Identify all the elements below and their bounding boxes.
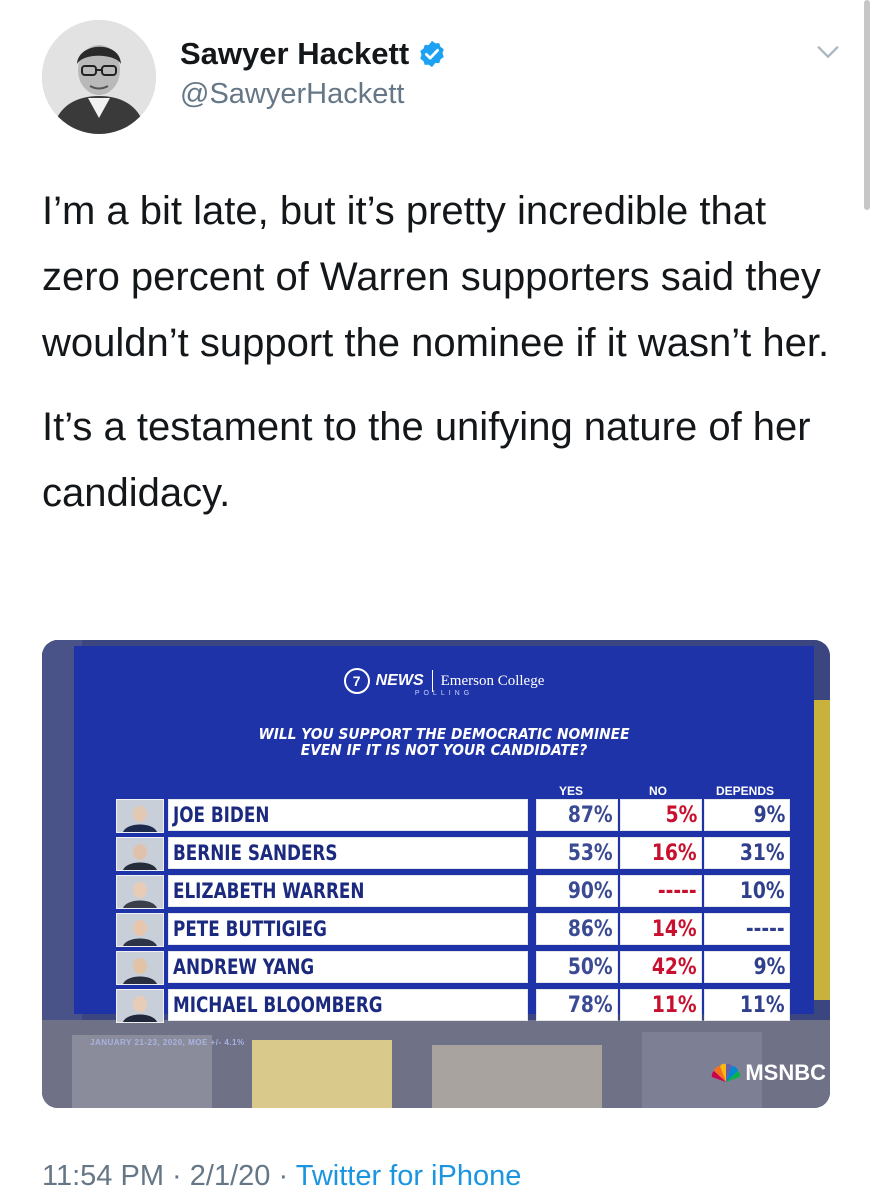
tweet-paragraph: It’s a testament to the unifying nature … xyxy=(42,405,811,515)
candidate-name-text: ELIZABETH WARREN xyxy=(173,879,365,903)
poll-board: 7 NEWS Emerson College POLLING WILL YOU … xyxy=(74,646,816,1023)
candidate-name: ANDREW YANG xyxy=(168,951,528,983)
tweet-header: Sawyer Hackett @SawyerHackett xyxy=(42,20,842,134)
candidate-photo xyxy=(116,989,164,1023)
cell-yes: 87% xyxy=(536,799,618,831)
value-yes: 78% xyxy=(568,993,613,1018)
value-depends: ----- xyxy=(746,917,785,942)
chevron-down-icon[interactable] xyxy=(814,38,842,66)
polling-subtitle: POLLING xyxy=(414,690,474,697)
candidate-photo xyxy=(116,951,164,985)
value-no: 11% xyxy=(652,993,697,1018)
cell-depends: 11% xyxy=(704,989,790,1021)
value-depends: 10% xyxy=(740,879,785,904)
cell-yes: 78% xyxy=(536,989,618,1021)
tweet-meta: 11:54 PM · 2/1/20 · Twitter for iPhone xyxy=(42,1160,521,1193)
cell-no: ----- xyxy=(620,875,702,907)
candidate-name-text: ANDREW YANG xyxy=(173,955,315,979)
emerson-logo-text: Emerson College xyxy=(440,672,545,689)
cell-yes: 86% xyxy=(536,913,618,945)
column-header-yes: YES xyxy=(558,784,583,798)
value-depends: 9% xyxy=(753,803,785,828)
value-depends: 31% xyxy=(740,841,785,866)
candidate-name-text: PETE BUTTIGIEG xyxy=(173,917,327,941)
cell-depends: 9% xyxy=(704,799,790,831)
network-name: MSNBC xyxy=(745,1060,826,1085)
peacock-icon xyxy=(712,1063,741,1082)
candidate-name-text: JOE BIDEN xyxy=(173,803,270,827)
candidate-name: PETE BUTTIGIEG xyxy=(168,913,528,945)
author-handle[interactable]: @SawyerHackett xyxy=(180,78,404,111)
candidate-name: BERNIE SANDERS xyxy=(168,837,528,869)
cell-depends: 9% xyxy=(704,951,790,983)
cell-yes: 50% xyxy=(536,951,618,983)
tweet-date[interactable]: 2/1/20 xyxy=(190,1160,271,1192)
poll-question: WILL YOU SUPPORT THE DEMOCRATIC NOMINEE … xyxy=(104,726,785,758)
value-depends: 11% xyxy=(740,993,785,1018)
cell-no: 14% xyxy=(620,913,702,945)
cell-no: 11% xyxy=(620,989,702,1021)
scrollbar[interactable] xyxy=(864,0,870,210)
cell-no: 16% xyxy=(620,837,702,869)
candidate-name: MICHAEL BLOOMBERG xyxy=(168,989,528,1021)
poll-row: MICHAEL BLOOMBERG 78% 11% 11% xyxy=(116,988,816,1023)
value-no: 14% xyxy=(652,917,697,942)
value-depends: 9% xyxy=(753,955,785,980)
avatar[interactable] xyxy=(42,20,156,134)
column-header-depends: DEPENDS xyxy=(715,784,774,798)
candidate-name-text: BERNIE SANDERS xyxy=(173,841,338,865)
candidate-name-text: MICHAEL BLOOMBERG xyxy=(173,993,383,1017)
candidate-name: JOE BIDEN xyxy=(168,799,528,831)
candidate-photo xyxy=(116,837,164,871)
cell-depends: 10% xyxy=(704,875,790,907)
value-yes: 50% xyxy=(568,955,613,980)
poll-row: ELIZABETH WARREN 90% ----- 10% xyxy=(116,874,816,909)
name-row: Sawyer Hackett xyxy=(180,36,447,72)
cell-yes: 53% xyxy=(536,837,618,869)
logo-divider xyxy=(431,670,433,692)
avatar-portrait xyxy=(42,20,156,134)
candidate-photo xyxy=(116,799,164,833)
verified-badge-icon xyxy=(420,40,444,68)
poll-row: PETE BUTTIGIEG 86% 14% ----- xyxy=(116,912,816,947)
cell-depends: 31% xyxy=(704,837,790,869)
candidate-photo xyxy=(116,913,164,947)
tweet-source-link[interactable]: Twitter for iPhone xyxy=(296,1160,522,1192)
tweet-paragraph: I’m a bit late, but it’s pretty incredib… xyxy=(42,189,830,365)
candidate-photo xyxy=(116,875,164,909)
value-no: 5% xyxy=(665,803,697,828)
poll-row: BERNIE SANDERS 53% 16% 31% xyxy=(116,836,816,871)
cell-depends: ----- xyxy=(704,913,790,945)
tweet-time[interactable]: 11:54 PM xyxy=(42,1160,164,1192)
poll-row: ANDREW YANG 50% 42% 9% xyxy=(116,950,816,985)
poll-question-line-1: WILL YOU SUPPORT THE DEMOCRATIC NOMINEE xyxy=(258,725,630,743)
cell-no: 42% xyxy=(620,951,702,983)
candidate-name: ELIZABETH WARREN xyxy=(168,875,528,907)
news-logo-text: NEWS xyxy=(375,672,424,689)
meta-separator: · xyxy=(278,1160,289,1192)
poll-question-line-2: EVEN IF IT IS NOT YOUR CANDIDATE? xyxy=(300,741,588,759)
value-no: 42% xyxy=(652,955,697,980)
poll-footnote: JANUARY 21-23, 2020, MOE +/- 4.1% xyxy=(90,1038,245,1047)
value-yes: 86% xyxy=(568,917,613,942)
tweet-media-image[interactable]: 7 NEWS Emerson College POLLING WILL YOU … xyxy=(42,640,830,1108)
column-header-no: NO xyxy=(649,784,667,798)
poll-row: JOE BIDEN 87% 5% 9% xyxy=(116,798,816,833)
value-yes: 87% xyxy=(568,803,613,828)
value-yes: 90% xyxy=(568,879,613,904)
tweet-text: I’m a bit late, but it’s pretty incredib… xyxy=(42,178,842,544)
value-no: 16% xyxy=(652,841,697,866)
meta-separator: · xyxy=(172,1160,182,1192)
author-name[interactable]: Sawyer Hackett xyxy=(180,36,409,72)
value-yes: 53% xyxy=(568,841,613,866)
msnbc-logo: MSNBC xyxy=(711,1060,826,1086)
value-no: ----- xyxy=(658,879,697,904)
cell-yes: 90% xyxy=(536,875,618,907)
cell-no: 5% xyxy=(620,799,702,831)
